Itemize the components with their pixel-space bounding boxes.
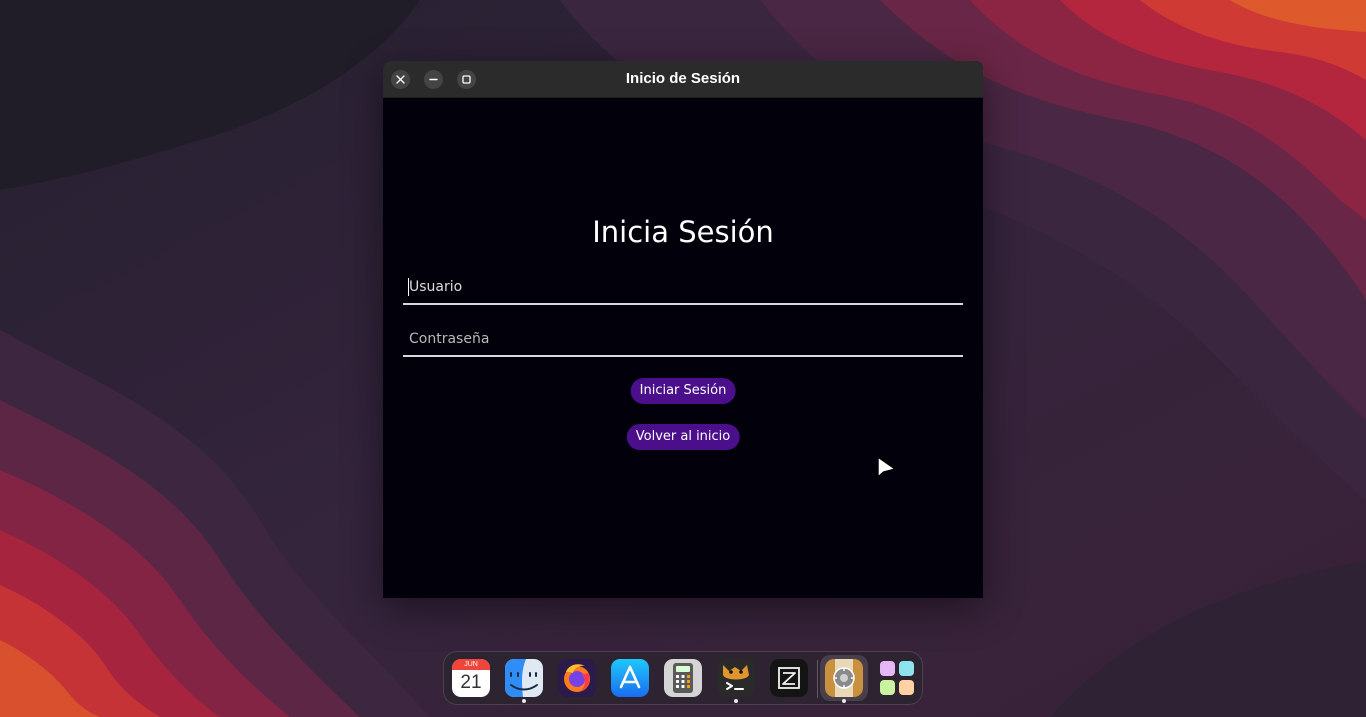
dock-editor[interactable] bbox=[770, 659, 808, 697]
dock: JUN 21 bbox=[443, 651, 923, 705]
login-window: Inicio de Sesión Inicia Sesión Iniciar S… bbox=[383, 61, 983, 598]
title-bar[interactable]: Inicio de Sesión bbox=[383, 61, 983, 98]
calendar-month: JUN bbox=[464, 661, 478, 668]
login-button[interactable]: Iniciar Sesión bbox=[630, 378, 736, 404]
finder-running-indicator bbox=[522, 699, 526, 703]
dock-system-settings[interactable] bbox=[825, 659, 863, 697]
dock-app-store[interactable] bbox=[611, 659, 649, 697]
calculator-icon bbox=[664, 659, 702, 697]
dock-calendar[interactable]: JUN 21 bbox=[452, 659, 490, 697]
calendar-day: 21 bbox=[460, 672, 482, 693]
window-title: Inicio de Sesión bbox=[625, 70, 741, 87]
dock-terminal[interactable] bbox=[717, 659, 755, 697]
username-input[interactable] bbox=[403, 271, 963, 303]
mouse-pointer-icon bbox=[877, 456, 896, 478]
dock-separator bbox=[817, 660, 818, 698]
password-field[interactable] bbox=[403, 323, 963, 357]
dock-calculator[interactable] bbox=[664, 659, 702, 697]
finder-icon bbox=[505, 659, 543, 697]
page-title: Inicia Sesión bbox=[592, 215, 774, 249]
text-caret bbox=[408, 278, 409, 296]
login-form: Inicia Sesión Iniciar Sesión Volver al i… bbox=[383, 97, 983, 598]
app-grid-icon bbox=[880, 661, 914, 695]
dock-finder[interactable] bbox=[505, 659, 543, 697]
editor-icon bbox=[770, 659, 808, 697]
dock-app-grid[interactable] bbox=[878, 659, 916, 697]
desktop: Inicio de Sesión Inicia Sesión Iniciar S… bbox=[0, 0, 1366, 717]
back-to-home-button[interactable]: Volver al inicio bbox=[626, 424, 740, 450]
dock-firefox[interactable] bbox=[558, 659, 596, 697]
username-field[interactable] bbox=[403, 271, 963, 305]
terminal-running-indicator bbox=[734, 699, 738, 703]
firefox-icon bbox=[558, 659, 596, 697]
settings-gear-icon bbox=[825, 659, 863, 697]
app-store-icon bbox=[611, 659, 649, 697]
settings-running-indicator bbox=[842, 699, 846, 703]
terminal-icon bbox=[717, 659, 755, 697]
password-input[interactable] bbox=[403, 323, 963, 355]
